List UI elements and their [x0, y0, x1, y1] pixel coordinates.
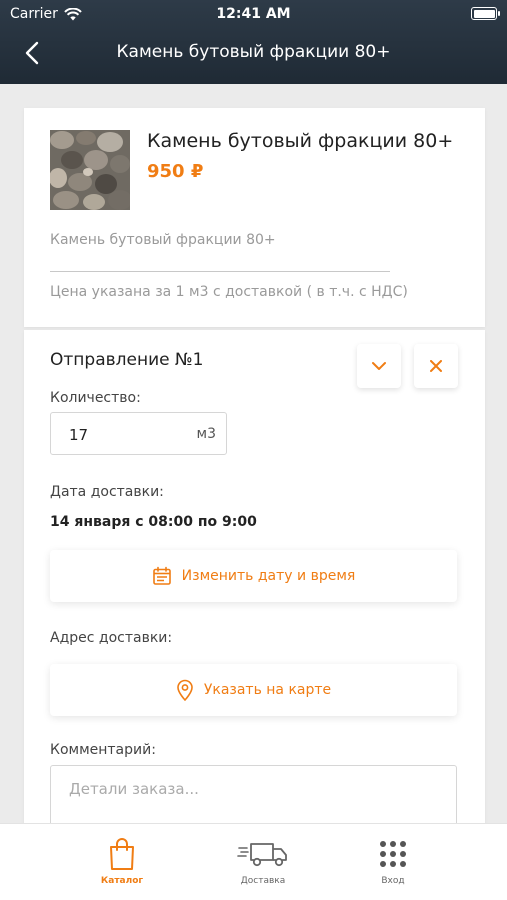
product-card: Камень бутовый фракции 80+ 950 ₽ Камень …	[24, 108, 485, 327]
app-header: Carrier 12:41 AM Камень бутовый фракции …	[0, 0, 507, 84]
quantity-value: 17	[69, 426, 89, 444]
collapse-button[interactable]	[357, 344, 401, 388]
close-icon	[430, 360, 442, 372]
product-description: Камень бутовый фракции 80+	[50, 232, 276, 248]
tab-catalog-label: Каталог	[100, 876, 144, 886]
comment-placeholder: Детали заказа...	[69, 780, 199, 798]
product-title: Камень бутовый фракции 80+	[147, 130, 454, 152]
shopping-bag-icon	[110, 838, 134, 870]
map-button[interactable]: Указать на карте	[50, 664, 457, 716]
change-date-label: Изменить дату и время	[181, 568, 356, 584]
chevron-down-icon	[372, 362, 386, 370]
comment-label: Комментарий:	[50, 742, 156, 758]
tab-bar: Каталог Доставка Вход	[0, 823, 507, 900]
calendar-icon	[152, 566, 171, 585]
product-image	[50, 130, 130, 210]
clock: 12:41 AM	[216, 6, 291, 22]
truck-icon	[237, 843, 287, 867]
location-pin-icon	[177, 679, 193, 701]
date-label: Дата доставки:	[50, 484, 164, 500]
quantity-input[interactable]: 17 м3	[50, 412, 227, 455]
change-date-button[interactable]: Изменить дату и время	[50, 550, 457, 602]
tab-login-label: Вход	[381, 876, 405, 886]
price-note: Цена указана за 1 м3 с доставкой ( в т.ч…	[50, 284, 408, 300]
quantity-label: Количество:	[50, 390, 141, 406]
tab-login[interactable]: Вход	[343, 824, 443, 900]
tab-catalog[interactable]: Каталог	[72, 824, 172, 900]
product-price: 950 ₽	[147, 161, 204, 182]
status-bar: Carrier 12:41 AM	[0, 0, 507, 28]
shipment-card: Отправление №1 Количество: 17 м3 Дата до…	[24, 330, 485, 835]
map-button-label: Указать на карте	[203, 682, 332, 698]
navigation-bar: Камень бутовый фракции 80+	[0, 28, 507, 84]
delivery-date: 14 января с 08:00 по 9:00	[50, 514, 257, 530]
divider	[50, 271, 390, 272]
tab-delivery[interactable]: Доставка	[213, 824, 313, 900]
page-title: Камень бутовый фракции 80+	[116, 42, 391, 62]
shipment-title: Отправление №1	[50, 350, 204, 370]
tab-delivery-label: Доставка	[240, 876, 286, 886]
grid-dots-icon	[380, 841, 406, 867]
remove-shipment-button[interactable]	[414, 344, 458, 388]
address-label: Адрес доставки:	[50, 630, 173, 646]
battery-icon	[471, 7, 500, 20]
quantity-unit: м3	[196, 426, 216, 442]
